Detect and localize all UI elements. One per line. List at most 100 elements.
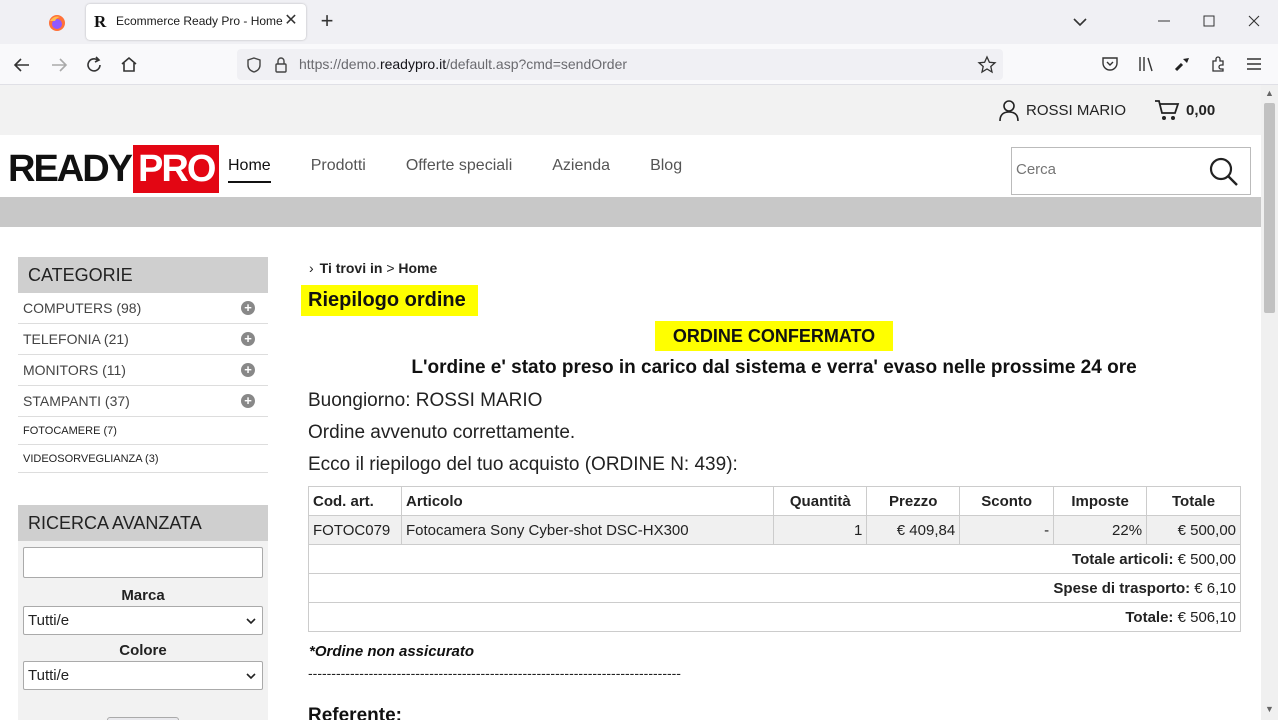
cell-price: € 409,84 xyxy=(866,515,961,545)
tab-favicon: R xyxy=(94,12,107,31)
library-icon[interactable] xyxy=(1136,54,1156,74)
success-text: Ordine avvenuto correttamente. xyxy=(308,422,576,443)
category-label[interactable]: FOTOCAMERE (7) xyxy=(23,425,117,437)
category-label[interactable]: MONITORS (11) xyxy=(23,362,126,378)
table-header-row: Cod. art. Articolo Quantità Prezzo Scont… xyxy=(308,486,1241,516)
back-arrow-icon[interactable] xyxy=(10,53,34,77)
expand-plus-icon[interactable]: + xyxy=(241,301,255,315)
menu-item-offerte[interactable]: Offerte speciali xyxy=(406,157,512,183)
chevron-down-icon xyxy=(246,618,256,625)
url-text[interactable]: https://demo.readypro.it/default.asp?cmd… xyxy=(299,56,627,72)
breadcrumb-label: Ti trovi in xyxy=(319,260,383,276)
maximize-icon[interactable] xyxy=(1200,10,1218,30)
menu-item-azienda[interactable]: Azienda xyxy=(552,157,610,183)
color-label: Colore xyxy=(119,642,167,659)
column-header: Prezzo xyxy=(866,486,961,516)
search-box xyxy=(1011,147,1251,195)
shield-icon[interactable] xyxy=(245,56,263,74)
column-header: Imposte xyxy=(1053,486,1148,516)
new-tab-button[interactable]: + xyxy=(316,10,338,32)
browser-tab[interactable]: R Ecommerce Ready Pro - Home ✕ xyxy=(86,4,306,40)
cell-tax: 22% xyxy=(1053,515,1148,545)
cell-code: FOTOC079 xyxy=(308,515,402,545)
scroll-up-icon[interactable]: ▲ xyxy=(1265,89,1274,98)
referente-heading: Referente: xyxy=(308,705,402,720)
breadcrumb-home-link[interactable]: Home xyxy=(398,260,437,276)
category-item-computers[interactable]: COMPUTERS (98) + xyxy=(18,293,268,324)
column-header: Totale xyxy=(1146,486,1241,516)
not-insured-note: *Ordine non assicurato xyxy=(309,643,475,660)
tab-list-chevron-icon[interactable] xyxy=(1070,12,1090,32)
tab-close-icon[interactable]: ✕ xyxy=(282,12,300,30)
lock-icon[interactable] xyxy=(273,56,289,74)
cart-link[interactable]: 0,00 xyxy=(1154,97,1215,123)
scroll-down-icon[interactable]: ▼ xyxy=(1265,705,1274,714)
expand-plus-icon[interactable]: + xyxy=(241,363,255,377)
table-row: FOTOC079 Fotocamera Sony Cyber-shot DSC-… xyxy=(308,515,1241,545)
category-label[interactable]: TELEFONIA (21) xyxy=(23,331,129,347)
cart-total[interactable]: 0,00 xyxy=(1186,102,1215,119)
bookmark-star-icon[interactable] xyxy=(977,55,997,75)
browser-nav-bar: https://demo.readypro.it/default.asp?cmd… xyxy=(0,44,1278,85)
grand-total-row: Totale: € 506,10 xyxy=(308,602,1241,632)
menu-item-prodotti[interactable]: Prodotti xyxy=(311,157,366,183)
cell-qty: 1 xyxy=(773,515,868,545)
breadcrumb: › Ti trovi in > Home xyxy=(309,260,437,276)
search-input[interactable] xyxy=(1016,161,1196,178)
home-icon[interactable] xyxy=(117,53,141,77)
order-summary-table: Cod. art. Articolo Quantità Prezzo Scont… xyxy=(308,486,1241,632)
items-total-row: Totale articoli: € 500,00 xyxy=(308,544,1241,574)
expand-plus-icon[interactable]: + xyxy=(241,394,255,408)
chevron-down-icon xyxy=(246,673,256,680)
shipping-row: Spese di trasporto: € 6,10 xyxy=(308,573,1241,603)
tab-title: Ecommerce Ready Pro - Home xyxy=(116,14,283,28)
hamburger-menu-icon[interactable] xyxy=(1244,54,1264,74)
menu-item-blog[interactable]: Blog xyxy=(650,157,682,183)
grey-divider-band xyxy=(0,197,1261,227)
top-user-band: ROSSI MARIO 0,00 xyxy=(0,85,1261,135)
column-header: Sconto xyxy=(959,486,1055,516)
category-label[interactable]: COMPUTERS (98) xyxy=(23,300,141,316)
user-account-link[interactable]: ROSSI MARIO xyxy=(998,97,1126,123)
category-label[interactable]: VIDEOSORVEGLIANZA (3) xyxy=(23,453,159,465)
category-item-monitors[interactable]: MONITORS (11) + xyxy=(18,355,268,386)
breadcrumb-separator: > xyxy=(386,260,395,276)
forward-arrow-icon[interactable] xyxy=(47,53,71,77)
column-header: Articolo xyxy=(400,486,775,516)
advanced-search-input[interactable] xyxy=(23,547,263,578)
advanced-search-title: RICERCA AVANZATA xyxy=(18,505,268,541)
category-item-telefonia[interactable]: TELEFONIA (21) + xyxy=(18,324,268,355)
order-notice: L'ordine e' stato preso in carico dal si… xyxy=(411,357,1137,378)
summary-intro-text: Ecco il riepilogo del tuo acquisto (ORDI… xyxy=(308,454,738,475)
minimize-icon[interactable] xyxy=(1155,10,1173,30)
greeting-text: Buongiorno: ROSSI MARIO xyxy=(308,390,543,411)
search-icon[interactable] xyxy=(1208,156,1240,188)
color-select[interactable]: Tutti/e xyxy=(23,661,263,690)
window-close-icon[interactable] xyxy=(1245,10,1263,30)
brand-select[interactable]: Tutti/e xyxy=(23,606,263,635)
user-name[interactable]: ROSSI MARIO xyxy=(1026,102,1126,119)
chevron-right-icon: › xyxy=(309,260,314,276)
categories-panel: CATEGORIE COMPUTERS (98) + TELEFONIA (21… xyxy=(18,257,268,473)
brand-label: Marca xyxy=(121,587,165,604)
tools-icon[interactable] xyxy=(1172,54,1192,74)
site-logo[interactable]: READY PRO xyxy=(8,145,220,193)
cell-discount: - xyxy=(959,515,1055,545)
scroll-thumb[interactable] xyxy=(1264,103,1275,313)
menu-item-home[interactable]: Home xyxy=(228,157,271,183)
site-header: READY PRO Home Prodotti Offerte speciali… xyxy=(0,135,1261,197)
expand-plus-icon[interactable]: + xyxy=(241,332,255,346)
category-item-videosorveglianza[interactable]: VIDEOSORVEGLIANZA (3) xyxy=(18,445,268,473)
shipping-cell: Spese di trasporto: € 6,10 xyxy=(308,573,1241,603)
page-scrollbar[interactable]: ▲ ▼ xyxy=(1261,85,1278,720)
pocket-icon[interactable] xyxy=(1100,54,1120,74)
url-bar[interactable]: https://demo.readypro.it/default.asp?cmd… xyxy=(237,49,1003,80)
category-item-stampanti[interactable]: STAMPANTI (37) + xyxy=(18,386,268,417)
column-header: Quantità xyxy=(773,486,868,516)
main-menu: Home Prodotti Offerte speciali Azienda B… xyxy=(208,157,702,183)
extensions-icon[interactable] xyxy=(1208,54,1228,74)
category-item-fotocamere[interactable]: FOTOCAMERE (7) xyxy=(18,417,268,445)
firefox-icon[interactable] xyxy=(46,12,68,34)
category-label[interactable]: STAMPANTI (37) xyxy=(23,393,130,409)
reload-icon[interactable] xyxy=(82,53,106,77)
